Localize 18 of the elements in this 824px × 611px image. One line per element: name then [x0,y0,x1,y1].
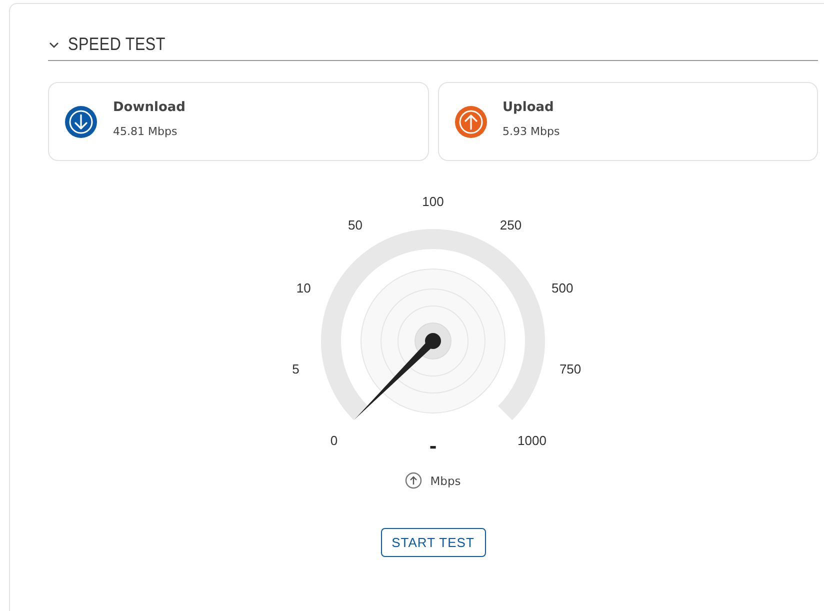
section-title: SPEED TEST [68,34,166,55]
unit-label: Mbps [430,474,461,488]
scale-label: 1000 [518,433,546,448]
speed-reading: - [429,433,437,458]
scale-label: 10 [296,280,311,296]
upload-icon [405,472,422,489]
scale-label: 250 [500,218,522,233]
scale-label: 5 [292,361,300,376]
result-value: 5.93 Mbps [502,124,560,138]
scale-label: 100 [422,194,444,209]
scale-label: 50 [348,218,362,233]
result-label: Upload [502,100,555,114]
scale-label: 500 [552,280,574,296]
scale-label: 750 [559,361,582,376]
result-label: Download [113,100,186,114]
start-test-button[interactable]: START TEST [380,528,486,557]
result-value: 45.81 Mbps [113,124,178,138]
scale-label: 0 [330,433,338,448]
